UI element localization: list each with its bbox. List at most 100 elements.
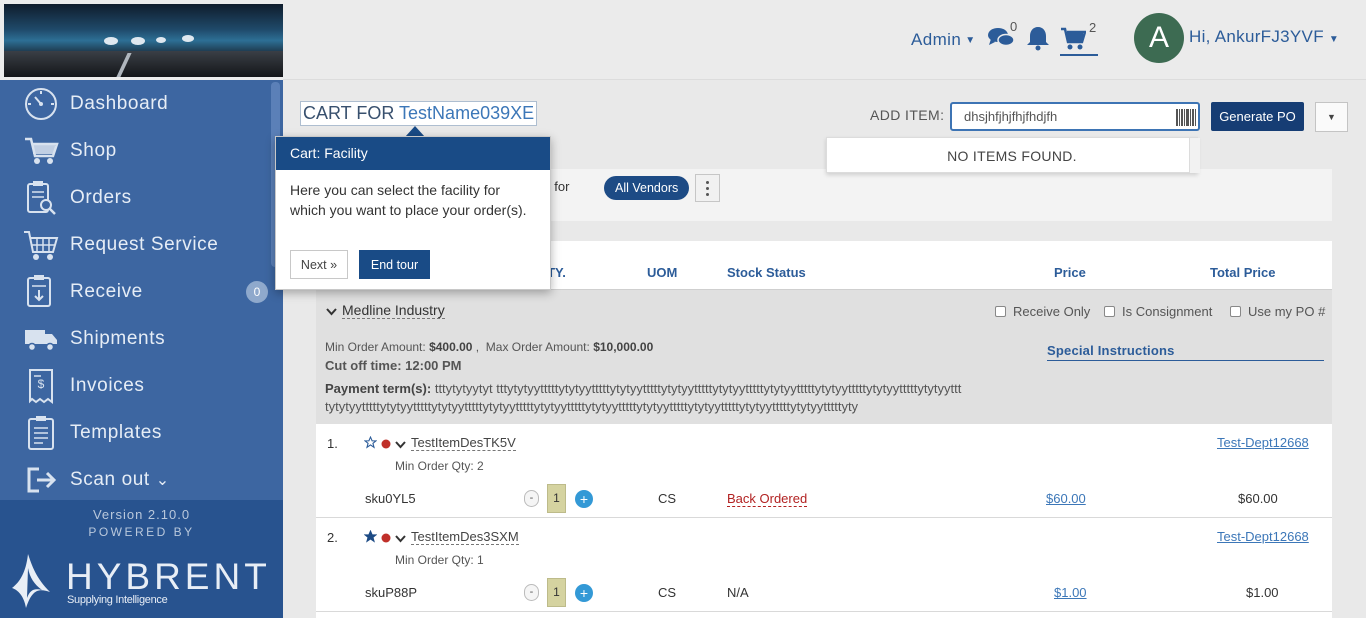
cart-table: QTY. UOM Stock Status Price Total Price … — [316, 241, 1332, 618]
caret-down-icon: ▼ — [965, 35, 976, 47]
column-header-total-price: Total Price — [1210, 265, 1276, 280]
receive-count-badge: 0 — [246, 280, 268, 303]
company-logo[interactable] — [0, 0, 283, 80]
column-header-uom: UOM — [647, 265, 678, 280]
cart-count: 2 — [1089, 20, 1097, 35]
dashboard-gauge-icon — [22, 85, 60, 123]
item-uom: CS — [658, 491, 677, 506]
sidebar-item-shop[interactable]: Shop — [0, 127, 270, 174]
barcode-icon[interactable] — [1176, 109, 1196, 131]
min-order-qty: Min Order Qty: 2 — [395, 459, 484, 473]
item-uom: CS — [658, 585, 677, 600]
sidebar-item-templates[interactable]: Templates — [0, 409, 270, 456]
user-menu[interactable]: Hi, AnkurFJ3YVF ▼ — [1189, 27, 1339, 47]
star-outline-icon[interactable] — [363, 435, 378, 454]
scan-out-icon — [22, 461, 60, 499]
sidebar-item-orders[interactable]: Orders — [0, 174, 270, 221]
tour-next-button[interactable]: Next » — [290, 250, 348, 279]
cutoff-time: Cut off time: 12:00 PM — [325, 358, 462, 373]
sidebar-item-invoices[interactable]: $ Invoices — [0, 362, 270, 409]
qty-decrement-button[interactable]: - — [524, 584, 539, 601]
invoice-icon: $ — [22, 367, 60, 405]
item-sku: sku0YL5 — [365, 491, 416, 506]
chevron-down-icon[interactable] — [326, 303, 337, 321]
qty-input[interactable]: 1 — [547, 578, 566, 607]
add-item-input[interactable] — [950, 102, 1200, 131]
admin-menu[interactable]: Admin ▼ — [911, 30, 976, 50]
is-consignment-checkbox[interactable]: Is Consignment — [1104, 304, 1212, 319]
more-options-icon[interactable] — [695, 174, 720, 202]
sidebar-item-label: Request Service — [70, 233, 219, 255]
use-my-po-checkbox[interactable]: Use my PO # — [1230, 304, 1325, 319]
truck-icon — [22, 320, 60, 358]
sidebar-nav: Dashboard Shop Orders Request Service Re… — [0, 80, 270, 500]
column-header-price: Price — [1054, 265, 1086, 280]
chevron-down-icon[interactable] — [395, 436, 406, 454]
stock-status: N/A — [727, 585, 749, 600]
sidebar-item-label: Orders — [70, 186, 132, 208]
generate-po-options-button[interactable]: ▼ — [1315, 102, 1348, 132]
sidebar-item-label: Receive — [70, 280, 143, 302]
avatar[interactable]: A — [1134, 13, 1184, 63]
shopping-cart-icon — [22, 132, 60, 170]
item-description[interactable]: TestItemDesTK5V — [411, 435, 516, 451]
svg-text:$: $ — [38, 377, 45, 391]
receive-only-checkbox[interactable]: Receive Only — [995, 304, 1090, 319]
brand-tagline: Supplying Intelligence — [67, 594, 168, 606]
status-dot-icon — [381, 436, 391, 454]
bell-icon[interactable] — [1026, 25, 1050, 56]
qty-input[interactable]: 1 — [547, 484, 566, 513]
customer-name[interactable]: TestName039XE — [399, 103, 534, 123]
tour-popover: Cart: Facility Here you can select the f… — [275, 136, 551, 290]
add-item-label: ADD ITEM: — [870, 107, 945, 123]
column-header-stock-status: Stock Status — [727, 265, 806, 280]
checkbox[interactable] — [1230, 306, 1241, 317]
department-link[interactable]: Test-Dept12668 — [1217, 435, 1309, 450]
dropdown-scrollbar[interactable] — [1189, 138, 1200, 173]
vendor-name[interactable]: Medline Industry — [342, 302, 445, 319]
service-cart-icon — [22, 226, 60, 264]
checkbox[interactable] — [995, 306, 1006, 317]
sidebar-item-dashboard[interactable]: Dashboard — [0, 80, 270, 127]
sidebar-item-shipments[interactable]: Shipments — [0, 315, 270, 362]
caret-down-icon: ▼ — [1327, 112, 1336, 122]
row-number: 1. — [327, 436, 338, 451]
order-amount-limits: Min Order Amount: $400.00 , Max Order Am… — [325, 340, 654, 354]
price-link[interactable]: $60.00 — [1046, 491, 1086, 506]
brand-name: HYBRENT — [66, 556, 271, 597]
department-link[interactable]: Test-Dept12668 — [1217, 529, 1309, 544]
qty-increment-button[interactable]: + — [575, 490, 593, 508]
stock-status[interactable]: Back Ordered — [727, 491, 808, 507]
payment-terms: Payment term(s): tttytytyytyt tttytytyyt… — [325, 381, 962, 414]
price-link[interactable]: $1.00 — [1054, 585, 1087, 600]
sidebar-item-label: Shipments — [70, 327, 166, 349]
messages-count: 0 — [1010, 19, 1018, 34]
qty-increment-button[interactable]: + — [575, 584, 593, 602]
item-description[interactable]: TestItemDes3SXM — [411, 529, 519, 545]
sidebar-item-label: Invoices — [70, 374, 145, 396]
tour-title: Cart: Facility — [276, 137, 550, 170]
sidebar-item-label: Dashboard — [70, 92, 169, 114]
sidebar-item-receive[interactable]: Receive 0 — [0, 268, 270, 315]
qty-decrement-button[interactable]: - — [524, 490, 539, 507]
end-tour-button[interactable]: End tour — [359, 250, 430, 279]
generate-po-button[interactable]: Generate PO — [1211, 102, 1304, 131]
row-number: 2. — [327, 530, 338, 545]
cart-active-indicator — [1060, 54, 1098, 56]
cart-icon[interactable] — [1060, 27, 1087, 56]
checkbox[interactable] — [1104, 306, 1115, 317]
top-header: Admin ▼ 0 2 A Hi, AnkurFJ3YVF ▼ — [283, 0, 1366, 80]
sidebar-item-request-service[interactable]: Request Service — [0, 221, 270, 268]
vendor-filter-pill[interactable]: All Vendors — [604, 176, 690, 200]
sidebar-item-scan-out[interactable]: Scan out ⌄ — [0, 456, 270, 500]
table-row: 2. TestItemDes3SXM Min Order Qty: 1 Test… — [316, 518, 1332, 612]
sidebar-item-label: Shop — [70, 139, 117, 161]
star-filled-icon[interactable] — [363, 529, 378, 548]
vendor-group-header: Medline Industry Receive Only Is Consign… — [316, 289, 1332, 424]
chevron-down-icon[interactable] — [395, 530, 406, 548]
powered-by-label: POWERED BY — [88, 525, 195, 539]
logo-image — [4, 4, 283, 77]
special-instructions-link[interactable]: Special Instructions — [1047, 343, 1324, 361]
clipboard-search-icon — [22, 179, 60, 217]
min-order-qty: Min Order Qty: 1 — [395, 553, 484, 567]
